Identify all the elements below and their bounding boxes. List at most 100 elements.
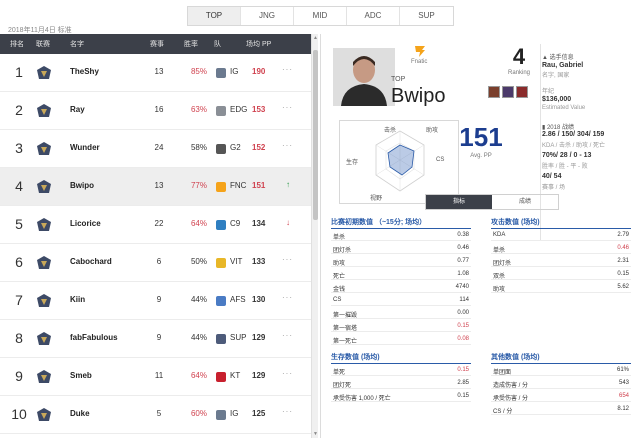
pp-cell: 190: [252, 67, 266, 76]
games-cell: 13: [154, 181, 164, 190]
player-name-cell[interactable]: Kiin: [70, 295, 85, 304]
tab-jng[interactable]: JNG: [241, 7, 294, 25]
table-row[interactable]: 1 TheShy 13 85% IG 190 ···: [0, 54, 318, 92]
trend-indicator: ↓: [286, 218, 290, 227]
scroll-up-icon[interactable]: ▲: [312, 34, 319, 42]
subtab-results[interactable]: 成绩: [492, 195, 558, 209]
games-cell: 22: [154, 219, 164, 228]
tab-top[interactable]: TOP: [188, 7, 241, 25]
stat-label: CS: [333, 297, 342, 303]
games-cell: 9: [156, 333, 162, 342]
team-logo-icon: [216, 182, 226, 192]
table-row[interactable]: 4 Bwipo 13 77% FNC 151 ↑: [0, 168, 318, 206]
scrollbar[interactable]: ▲ ▼: [311, 34, 318, 438]
player-photo: [333, 48, 395, 106]
row-rank: 3: [15, 140, 23, 156]
col-rank: 排名: [10, 41, 24, 48]
row-rank: 10: [11, 406, 27, 422]
team-cell: FNC: [230, 181, 247, 190]
trend-indicator: ···: [282, 255, 293, 264]
stat-row: CS 114: [331, 295, 471, 306]
stat-label: 单团面: [493, 370, 512, 376]
team-cell: AFS: [230, 295, 246, 304]
stat-row: 第一摧毁 0.00: [331, 308, 471, 319]
table-row[interactable]: 5 Licorice 22 64% C9 134 ↓: [0, 206, 318, 244]
winrate-cell: 58%: [190, 143, 207, 152]
table-header: 排名 联赛 名字 赛事 胜率 队 场均 PP: [0, 34, 318, 54]
winrate-cell: 60%: [190, 409, 207, 418]
trend-indicator: ···: [282, 65, 293, 74]
stat-label: 助攻: [333, 261, 346, 267]
scroll-down-icon[interactable]: ▼: [312, 430, 319, 438]
games-label: 赛事 / 场: [542, 185, 566, 191]
player-name-cell[interactable]: Ray: [70, 105, 85, 114]
scroll-thumb[interactable]: [313, 50, 318, 220]
trend-indicator: ···: [282, 369, 293, 378]
team-logo-icon: [216, 410, 226, 420]
stat-value: 0.15: [617, 271, 629, 277]
row-rank: 7: [15, 292, 23, 308]
team-cell: G2: [230, 143, 241, 152]
stat-value: 61%: [616, 367, 629, 373]
trend-indicator: ···: [282, 331, 293, 340]
player-name-cell[interactable]: Licorice: [70, 219, 101, 228]
stat-value: 0.77: [457, 258, 469, 264]
team-logo-icon: [216, 258, 226, 268]
league-logo-icon: [37, 370, 51, 383]
games-cell: 11: [154, 371, 164, 380]
table-row[interactable]: 2 Ray 16 63% EDG 153 ···: [0, 92, 318, 130]
pp-cell: 129: [252, 333, 266, 342]
games-cell: 6: [156, 257, 162, 266]
kda: 2.86 / 150/ 304/ 159: [542, 131, 605, 138]
player-name-cell[interactable]: Cabochard: [70, 257, 112, 266]
value-label: Estimated Value: [542, 105, 586, 111]
table-row[interactable]: 7 Kiin 9 44% AFS 130 ···: [0, 282, 318, 320]
table-row[interactable]: 6 Cabochard 6 50% VIT 133 ···: [0, 244, 318, 282]
stat-row: CS / 分 8.12: [491, 404, 631, 415]
stat-label: 双杀: [493, 274, 506, 280]
team-cell: EDG: [230, 105, 248, 114]
stat-value: 2.31: [617, 258, 629, 264]
tab-adc[interactable]: ADC: [347, 7, 400, 25]
stat-label: KDA: [493, 232, 506, 238]
champion-icon: [516, 86, 528, 98]
stat-row: 承受伤害 / 分 654: [491, 391, 631, 402]
player-name: Bwipo: [391, 85, 446, 107]
player-rank: 4: [512, 44, 526, 69]
player-name-cell[interactable]: TheShy: [70, 67, 99, 76]
tab-sup[interactable]: SUP: [400, 7, 453, 25]
stat-label: 团灯死: [333, 383, 352, 389]
player-name-cell[interactable]: Bwipo: [70, 181, 94, 190]
winrate-cell: 44%: [190, 295, 207, 304]
winrate-cell: 44%: [190, 333, 207, 342]
stat-row: 死亡 1.08: [331, 269, 471, 280]
stat-value: 8.12: [617, 406, 629, 412]
stat-value: 0.15: [457, 323, 469, 329]
row-rank: 5: [15, 216, 23, 232]
row-rank: 9: [15, 368, 23, 384]
player-name-cell[interactable]: Duke: [70, 409, 90, 418]
stat-label: 第一死亡: [333, 339, 358, 345]
player-name-cell[interactable]: fabFabulous: [70, 333, 118, 342]
stat-row: 单团面 61%: [491, 365, 631, 376]
stat-value: 4740: [455, 284, 469, 290]
col-name: 名字: [70, 41, 84, 48]
winrate-cell: 63%: [190, 105, 207, 114]
stat-label: 第一宿塔: [333, 326, 358, 332]
subtab-metrics[interactable]: 指标: [426, 195, 492, 209]
player-name-cell[interactable]: Wunder: [70, 143, 100, 152]
table-row[interactable]: 10 Duke 5 60% IG 125 ···: [0, 396, 318, 434]
pp-cell: 152: [252, 143, 266, 152]
table-row[interactable]: 9 Smeb 11 64% KT 129 ···: [0, 358, 318, 396]
ranking-table: 排名 联赛 名字 赛事 胜率 队 场均 PP 1 TheShy 13 85% I…: [0, 34, 318, 438]
games-cell: 24: [154, 143, 164, 152]
divider: [491, 228, 631, 229]
tab-mid[interactable]: MID: [294, 7, 347, 25]
table-row[interactable]: 3 Wunder 24 58% G2 152 ···: [0, 130, 318, 168]
player-name-cell[interactable]: Smeb: [70, 371, 92, 380]
table-row[interactable]: 8 fabFabulous 9 44% SUP 129 ···: [0, 320, 318, 358]
stat-value: 0.00: [457, 310, 469, 316]
games-cell: 5: [156, 409, 162, 418]
league-logo-icon: [37, 256, 51, 269]
trend-indicator: ↑: [286, 180, 290, 189]
